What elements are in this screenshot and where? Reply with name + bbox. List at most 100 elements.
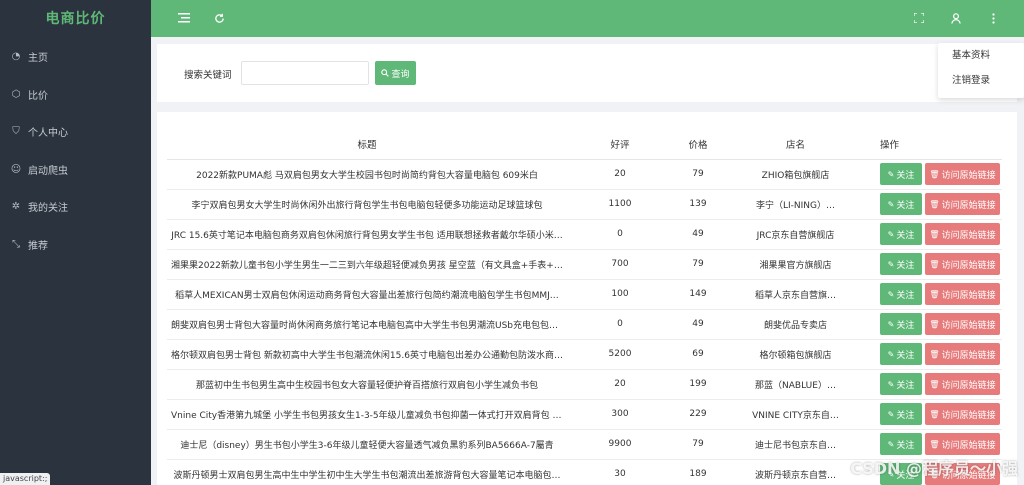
cell-shop: JRC京东自营旗舰店 <box>723 219 868 250</box>
visit-link-button[interactable]: 🗑 访问原始链接 <box>925 283 1000 305</box>
visit-link-button[interactable]: 🗑 访问原始链接 <box>925 163 1000 185</box>
visit-link-button-label: 访问原始链接 <box>941 440 996 451</box>
sidebar-item-label: 个人中心 <box>28 128 68 140</box>
cell-price: 79 <box>673 429 723 460</box>
status-bar-url: javascript:; <box>0 473 51 485</box>
visit-link-button[interactable]: 🗑 访问原始链接 <box>925 313 1000 335</box>
cell-title: 2022新款PUMA彪 马双肩包男女大学生校园书包时尚简约背包大容量电脑包 60… <box>167 159 567 190</box>
cell-actions: ✎ 关注 🗑 访问原始链接 <box>868 249 1002 280</box>
refresh-icon[interactable] <box>210 9 228 27</box>
follow-button[interactable]: ✎ 关注 <box>880 313 922 335</box>
edit-icon: ✎ <box>887 229 895 239</box>
column-header-shop: 店名 <box>723 129 868 160</box>
follow-button[interactable]: ✎ 关注 <box>880 223 922 245</box>
visit-link-button[interactable]: 🗑 访问原始链接 <box>925 373 1000 395</box>
follow-button[interactable]: ✎ 关注 <box>880 163 922 185</box>
cell-shop: 稻草人京东自营旗… <box>723 279 868 310</box>
user-dropdown-menu: 基本资料 注销登录 <box>938 43 1024 98</box>
visit-link-button[interactable]: 🗑 访问原始链接 <box>925 193 1000 215</box>
follow-button[interactable]: ✎ 关注 <box>880 193 922 215</box>
search-input[interactable] <box>241 61 369 85</box>
follow-button[interactable]: ✎ 关注 <box>880 343 922 365</box>
cell-actions: ✎ 关注 🗑 访问原始链接 <box>868 339 1002 370</box>
sidebar-item-compare[interactable]: ⬡ 比价 <box>0 76 151 114</box>
results-panel: 标题 好评 价格 店名 操作 2022新款PUMA彪 马双肩包男女大学生校园书包… <box>157 112 1017 485</box>
cell-price: 49 <box>673 309 723 340</box>
column-header-price: 价格 <box>673 129 723 160</box>
more-icon[interactable] <box>984 9 1002 27</box>
visit-link-button[interactable]: 🗑 访问原始链接 <box>925 223 1000 245</box>
cell-shop: ZHIO箱包旗舰店 <box>723 159 868 190</box>
trash-icon: 🗑 <box>929 289 940 299</box>
visit-link-button[interactable]: 🗑 访问原始链接 <box>925 403 1000 425</box>
table-row: 朗斐双肩包男士背包大容量时尚休闲商务旅行笔记本电脑包高中大学生书包男潮流USb充… <box>167 309 1002 340</box>
visit-link-button-label: 访问原始链接 <box>941 230 996 241</box>
search-button-label: 查询 <box>391 69 410 80</box>
visit-link-button[interactable]: 🗑 访问原始链接 <box>925 433 1000 455</box>
table-row: 那蓝初中生书包男生高中生校园书包女大容量轻便护脊百搭旅行双肩包小学生减负书包 20… <box>167 369 1002 400</box>
edit-icon: ✎ <box>887 379 895 389</box>
sidebar-item-follows[interactable]: ✲ 我的关注 <box>0 188 151 226</box>
cell-good: 20 <box>567 159 673 190</box>
edit-icon: ✎ <box>887 439 895 449</box>
follow-button-label: 关注 <box>896 350 915 361</box>
sidebar-item-label: 推荐 <box>28 240 48 252</box>
fullscreen-icon[interactable] <box>910 9 928 27</box>
shield-icon: ⛉ <box>12 126 20 138</box>
edit-icon: ✎ <box>887 169 895 179</box>
edit-icon: ✎ <box>887 199 895 209</box>
follow-button-label: 关注 <box>896 410 915 421</box>
table-row: 格尔顿双肩包男士背包 新款初高中大学生书包潮流休闲15.6英寸电脑包出差办公通勤… <box>167 339 1002 370</box>
follow-button[interactable]: ✎ 关注 <box>880 253 922 275</box>
cell-good: 700 <box>567 249 673 280</box>
cell-good: 20 <box>567 369 673 400</box>
trash-icon: 🗑 <box>929 409 940 419</box>
sidebar-item-profile[interactable]: ⛉ 个人中心 <box>0 113 151 151</box>
trash-icon: 🗑 <box>929 439 940 449</box>
cell-price: 139 <box>673 189 723 220</box>
cell-title: 朗斐双肩包男士背包大容量时尚休闲商务旅行笔记本电脑包高中大学生书包男潮流USb充… <box>167 309 567 340</box>
cell-price: 79 <box>673 249 723 280</box>
follow-button[interactable]: ✎ 关注 <box>880 283 922 305</box>
results-table: 标题 好评 价格 店名 操作 2022新款PUMA彪 马双肩包男女大学生校园书包… <box>167 129 1002 485</box>
cell-shop: 波斯丹顿京东自营… <box>723 459 868 485</box>
shrink-icon: ⤡ <box>12 238 20 250</box>
cell-shop: 迪士尼书包京东自… <box>723 429 868 460</box>
cell-title: 波斯丹顿男士双肩包男生高中生中学生初中生大学生书包潮流出差旅游背包大容量笔记本电… <box>167 459 567 485</box>
app-brand: 电商比价 <box>45 11 106 27</box>
cell-price: 229 <box>673 399 723 430</box>
menu-item-logout[interactable]: 注销登录 <box>938 68 1024 93</box>
cell-actions: ✎ 关注 🗑 访问原始链接 <box>868 279 1002 310</box>
trash-icon: 🗑 <box>929 379 940 389</box>
search-button[interactable]: 查询 <box>375 61 416 85</box>
edit-icon: ✎ <box>887 259 895 269</box>
table-row: JRC 15.6英寸笔记本电脑包商务双肩包休闲旅行背包男女学生书包 适用联想拯救… <box>167 219 1002 250</box>
cell-price: 79 <box>673 159 723 190</box>
sidebar: 电商比价 ◔ 主页 ⬡ 比价 ⛉ 个人中心 ☺ 启动爬虫 ✲ 我的关注 ⤡ 推荐… <box>0 0 151 485</box>
cell-price: 69 <box>673 339 723 370</box>
sidebar-item-home[interactable]: ◔ 主页 <box>0 38 151 76</box>
follow-button-label: 关注 <box>896 380 915 391</box>
cell-actions: ✎ 关注 🗑 访问原始链接 <box>868 399 1002 430</box>
table-row: 稻草人MEXICAN男士双肩包休闲运动商务背包大容量出差旅行包简约潮流电脑包学生… <box>167 279 1002 310</box>
sidebar-item-recommend[interactable]: ⤡ 推荐 <box>0 226 151 264</box>
follow-button-label: 关注 <box>896 200 915 211</box>
visit-link-button[interactable]: 🗑 访问原始链接 <box>925 343 1000 365</box>
cell-good: 30 <box>567 459 673 485</box>
user-icon[interactable] <box>947 9 965 27</box>
column-header-title: 标题 <box>167 129 567 160</box>
follow-button[interactable]: ✎ 关注 <box>880 433 922 455</box>
follow-button-label: 关注 <box>896 170 915 181</box>
cell-shop: VNINE CITY京东自… <box>723 399 868 430</box>
cell-actions: ✎ 关注 🗑 访问原始链接 <box>868 309 1002 340</box>
follow-button-label: 关注 <box>896 260 915 271</box>
sidebar-item-crawler[interactable]: ☺ 启动爬虫 <box>0 151 151 189</box>
follow-button[interactable]: ✎ 关注 <box>880 403 922 425</box>
menu-toggle-icon[interactable] <box>175 9 193 27</box>
cell-good: 1100 <box>567 189 673 220</box>
follow-button[interactable]: ✎ 关注 <box>880 373 922 395</box>
follow-button-label: 关注 <box>896 440 915 451</box>
menu-item-basic-info[interactable]: 基本资料 <box>938 43 1024 68</box>
cell-actions: ✎ 关注 🗑 访问原始链接 <box>868 219 1002 250</box>
visit-link-button[interactable]: 🗑 访问原始链接 <box>925 253 1000 275</box>
